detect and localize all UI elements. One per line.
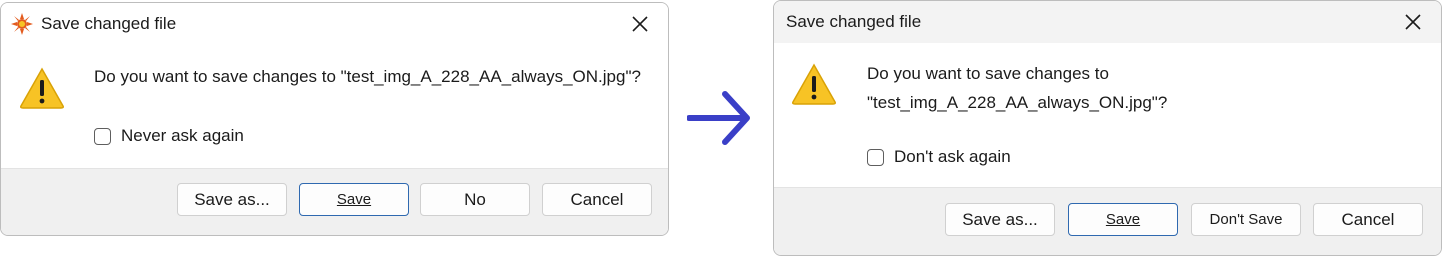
close-button[interactable] — [1395, 7, 1431, 37]
dont-ask-again-checkbox[interactable]: Don't ask again — [867, 147, 1011, 167]
save-button[interactable]: Save — [1068, 203, 1178, 236]
button-bar: Save as... Save Don't Save Cancel — [774, 187, 1441, 255]
checkbox-label: Don't ask again — [894, 147, 1011, 166]
save-changed-file-dialog-before: Save changed file Do you want to save ch… — [0, 2, 669, 236]
no-button[interactable]: No — [420, 183, 530, 216]
title-bar: Save changed file — [1, 3, 668, 45]
checkbox-label: Never ask again — [121, 126, 244, 145]
save-button-label: Save — [1105, 211, 1141, 228]
dialog-content: Do you want to save changes to "test_img… — [774, 43, 1441, 189]
title-bar: Save changed file — [774, 1, 1441, 43]
button-bar: Save as... Save No Cancel — [1, 168, 668, 235]
cancel-button[interactable]: Cancel — [542, 183, 652, 216]
save-as-button[interactable]: Save as... — [177, 183, 287, 216]
save-button[interactable]: Save — [299, 183, 409, 216]
dialog-message-line-1: Do you want to save changes to — [867, 64, 1109, 83]
xnview-app-icon — [11, 13, 33, 35]
checkbox-box[interactable] — [94, 127, 111, 145]
dialog-message-line-2: "test_img_A_228_AA_always_ON.jpg"? — [867, 93, 1168, 112]
checkbox-box[interactable] — [867, 148, 884, 166]
dialog-message: Do you want to save changes to "test_img… — [94, 67, 641, 86]
save-as-button[interactable]: Save as... — [945, 203, 1055, 236]
arrow-right-icon — [686, 90, 753, 151]
close-icon — [1405, 14, 1421, 30]
cancel-button[interactable]: Cancel — [1313, 203, 1423, 236]
dont-save-button[interactable]: Don't Save — [1191, 203, 1301, 236]
save-changed-file-dialog-after: Save changed file Do you want to save ch… — [773, 0, 1442, 256]
close-icon — [632, 16, 648, 32]
dialog-title: Save changed file — [41, 14, 177, 33]
save-button-label: Save — [336, 191, 372, 208]
warning-icon — [791, 63, 837, 110]
never-ask-again-checkbox[interactable]: Never ask again — [94, 126, 244, 146]
warning-icon — [19, 67, 65, 114]
dialog-content: Do you want to save changes to "test_img… — [1, 45, 668, 169]
close-button[interactable] — [622, 9, 658, 39]
dialog-title: Save changed file — [786, 12, 922, 31]
